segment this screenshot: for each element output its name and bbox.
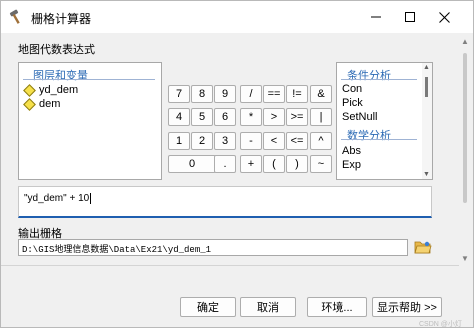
scrollbar-thumb[interactable] <box>463 53 467 203</box>
key-plus[interactable]: + <box>240 155 262 173</box>
raster-calculator-window: 栅格计算器 ▲ ▼ 地图代数表达式 图层和变量 yd_dem dem 7 8 9… <box>0 0 474 328</box>
open-folder-icon[interactable] <box>414 238 432 256</box>
key-1[interactable]: 1 <box>168 132 190 150</box>
minimize-button[interactable] <box>359 1 393 33</box>
layers-and-variables-list[interactable]: 图层和变量 yd_dem dem <box>18 62 162 180</box>
key-not-equal[interactable]: != <box>286 85 308 103</box>
dialog-scrollbar[interactable]: ▲ ▼ <box>459 37 471 263</box>
function-item-con[interactable]: Con <box>342 83 362 95</box>
show-help-button[interactable]: 显示帮助 >> <box>372 297 442 317</box>
ok-button[interactable]: 确定 <box>180 297 236 317</box>
category-divider <box>341 139 417 140</box>
window-title: 栅格计算器 <box>31 12 92 26</box>
key-greater-equal[interactable]: >= <box>286 108 308 126</box>
key-8[interactable]: 8 <box>191 85 213 103</box>
key-multiply[interactable]: * <box>240 108 262 126</box>
close-button[interactable] <box>427 1 461 33</box>
key-open-paren[interactable]: ( <box>263 155 285 173</box>
text-caret <box>90 193 92 204</box>
layer-item-yd-dem[interactable]: yd_dem <box>23 83 79 97</box>
watermark: CSDN @小灯 <box>419 321 462 328</box>
key-close-paren[interactable]: ) <box>286 155 308 173</box>
expression-text-wrap: "yd_dem" + 10 <box>24 193 92 205</box>
cancel-button[interactable]: 取消 <box>240 297 296 317</box>
layer-item-label: yd_dem <box>39 84 79 96</box>
hammer-icon <box>9 9 20 24</box>
key-minus[interactable]: - <box>240 132 262 150</box>
scrollbar-thumb[interactable] <box>425 77 428 97</box>
minimize-icon <box>371 16 381 18</box>
close-icon <box>438 11 450 23</box>
scroll-up-icon[interactable]: ▲ <box>461 37 469 46</box>
function-category-conditional: 条件分析 <box>347 70 391 82</box>
key-less-than[interactable]: < <box>263 132 285 150</box>
functions-list[interactable]: 条件分析 Con Pick SetNull 数学分析 Abs Exp ▲ ▼ <box>336 62 433 180</box>
environments-button[interactable]: 环境... <box>307 297 367 317</box>
raster-layer-icon <box>23 97 36 111</box>
raster-layer-icon <box>23 83 36 97</box>
function-category-math: 数学分析 <box>347 130 391 142</box>
key-2[interactable]: 2 <box>191 132 213 150</box>
scroll-up-icon[interactable]: ▲ <box>423 64 430 71</box>
key-or[interactable]: | <box>310 108 332 126</box>
layers-title-divider <box>23 79 155 80</box>
key-xor[interactable]: ^ <box>310 132 332 150</box>
layer-item-dem[interactable]: dem <box>23 97 61 111</box>
key-9[interactable]: 9 <box>214 85 236 103</box>
function-item-abs[interactable]: Abs <box>342 145 361 157</box>
key-decimal[interactable]: . <box>214 155 236 173</box>
layer-item-label: dem <box>39 98 61 110</box>
scroll-down-icon[interactable]: ▼ <box>461 254 469 263</box>
key-0[interactable]: 0 <box>168 155 216 173</box>
function-item-pick[interactable]: Pick <box>342 97 363 109</box>
key-7[interactable]: 7 <box>168 85 190 103</box>
key-3[interactable]: 3 <box>214 132 236 150</box>
function-item-setnull[interactable]: SetNull <box>342 111 377 123</box>
button-area-divider <box>1 265 459 266</box>
key-greater-than[interactable]: > <box>263 108 285 126</box>
category-divider <box>341 79 417 80</box>
function-item-exp[interactable]: Exp <box>342 159 361 171</box>
maximize-icon <box>405 12 415 22</box>
key-less-equal[interactable]: <= <box>286 132 308 150</box>
expression-input[interactable]: "yd_dem" + 10 <box>18 186 432 218</box>
expression-text: "yd_dem" + 10 <box>24 193 90 205</box>
layers-panel-title: 图层和变量 <box>33 70 88 82</box>
scroll-down-icon[interactable]: ▼ <box>423 171 430 178</box>
key-6[interactable]: 6 <box>214 108 236 126</box>
key-and[interactable]: & <box>310 85 332 103</box>
functions-scrollbar[interactable]: ▲ ▼ <box>422 63 432 179</box>
map-algebra-expression-label: 地图代数表达式 <box>18 44 95 56</box>
output-raster-path: D:\GIS地理信息数据\Data\Ex21\yd_dem_1 <box>22 245 212 255</box>
key-5[interactable]: 5 <box>191 108 213 126</box>
output-raster-input[interactable]: D:\GIS地理信息数据\Data\Ex21\yd_dem_1 <box>18 239 408 256</box>
key-divide[interactable]: / <box>240 85 262 103</box>
title-bar[interactable]: 栅格计算器 <box>1 1 473 33</box>
maximize-button[interactable] <box>393 1 427 33</box>
key-not[interactable]: ~ <box>310 155 332 173</box>
key-equal[interactable]: == <box>263 85 285 103</box>
key-4[interactable]: 4 <box>168 108 190 126</box>
